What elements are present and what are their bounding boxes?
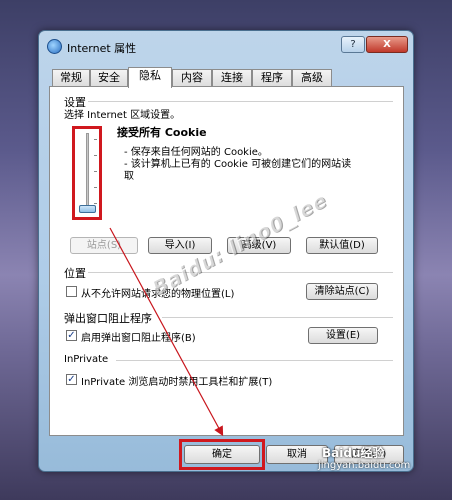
- site-url-watermark: jingyan.baidu.com: [318, 460, 411, 471]
- tab-privacy[interactable]: 隐私: [128, 67, 172, 88]
- site-brand-watermark: Baidu经验: [322, 446, 385, 460]
